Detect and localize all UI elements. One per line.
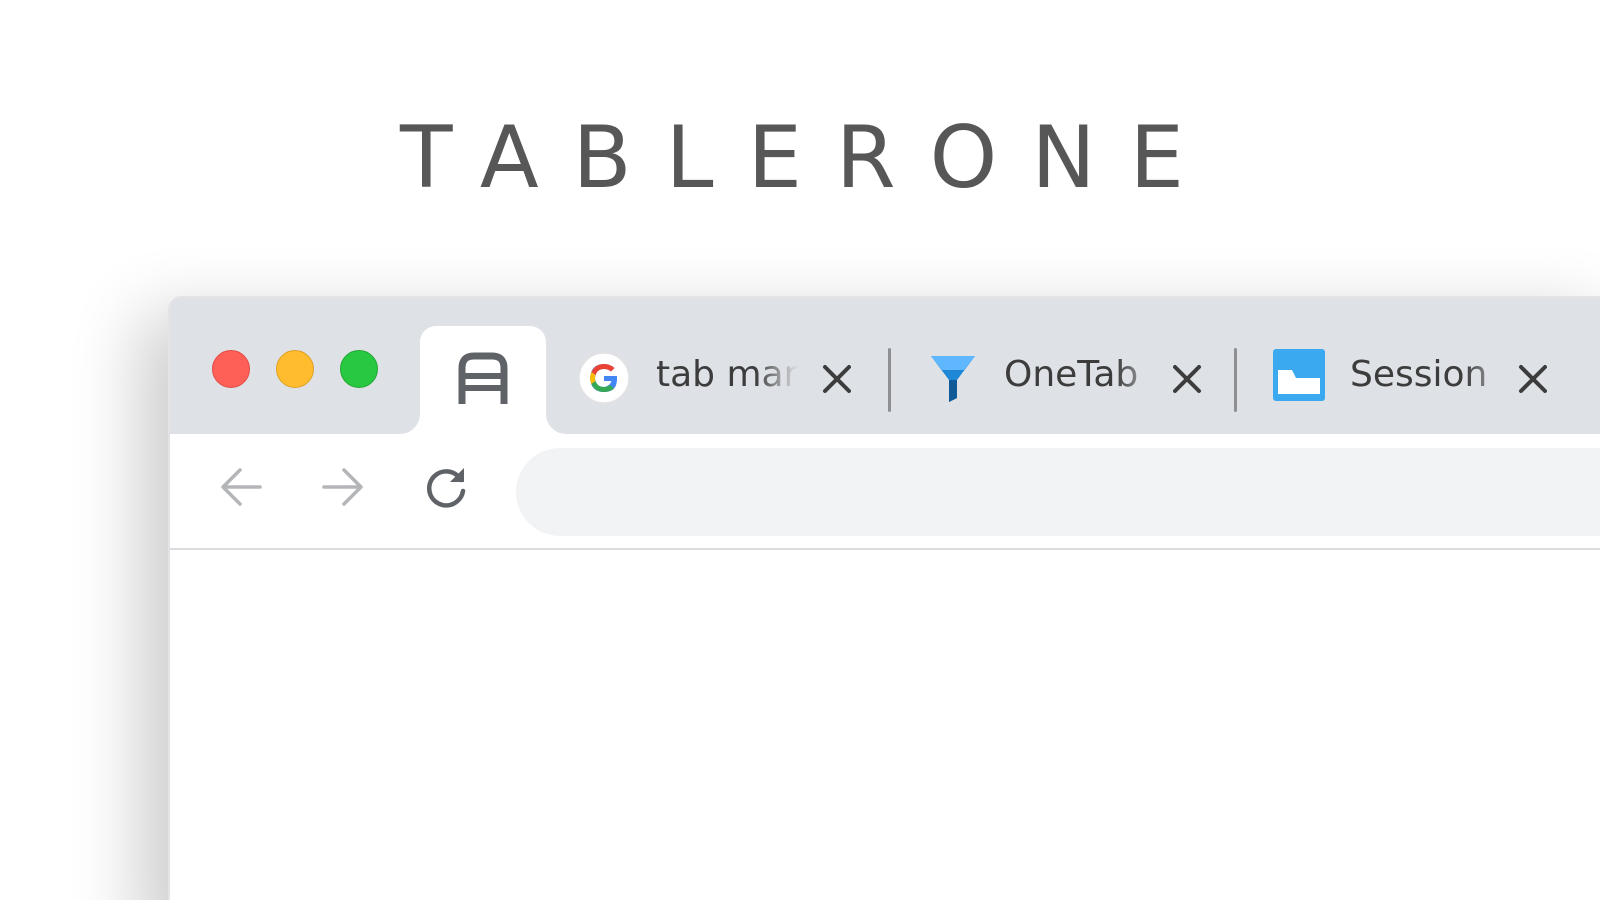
session-buddy-icon [1272, 348, 1326, 406]
arrow-right-icon[interactable] [320, 464, 366, 514]
google-icon [578, 352, 630, 408]
close-icon[interactable] [822, 364, 852, 398]
onetab-funnel-icon [928, 352, 978, 408]
browser-toolbar [170, 434, 1600, 550]
tab-tablerone[interactable] [420, 326, 546, 434]
tab-title: OneTab [1004, 354, 1139, 395]
browser-window: tab man OneTab Session [168, 296, 1600, 900]
tab-title: tab man [656, 354, 798, 395]
arrow-left-icon[interactable] [218, 464, 264, 514]
tab-strip: tab man OneTab Session [170, 298, 1600, 434]
tab-title: Session [1350, 354, 1488, 395]
reload-icon[interactable] [422, 464, 470, 516]
maximize-window-button[interactable] [340, 350, 378, 388]
tablerone-logo-icon [456, 352, 510, 410]
tab-separator [888, 348, 891, 412]
tab-onetab[interactable]: OneTab [928, 342, 1218, 412]
address-bar[interactable] [516, 448, 1600, 536]
tab-google-search[interactable]: tab man [578, 342, 868, 412]
close-icon[interactable] [1518, 364, 1548, 398]
tab-separator [1234, 348, 1237, 412]
minimize-window-button[interactable] [276, 350, 314, 388]
tab-session-buddy[interactable]: Session [1272, 342, 1562, 412]
close-icon[interactable] [1172, 364, 1202, 398]
close-window-button[interactable] [212, 350, 250, 388]
tablerone-brand-title: TABLERONE [399, 108, 1219, 208]
